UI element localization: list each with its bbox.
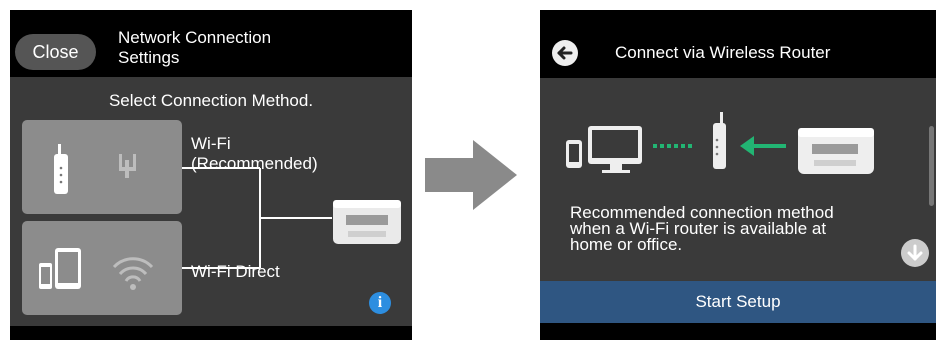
monitor-icon (588, 126, 642, 173)
connection-lines (182, 167, 332, 269)
header-bar: Close Network Connection Settings (10, 10, 412, 77)
page-title: Connect via Wireless Router (615, 43, 831, 62)
connection-method-panel: Select Connection Method. Wi-Fi (Recomme… (10, 77, 412, 326)
router-icon (713, 112, 726, 169)
title-line-2: Settings (118, 48, 180, 67)
printer-icon (798, 128, 874, 174)
header-bar: Connect via Wireless Router (540, 10, 936, 78)
router-connection-panel: Recommended connection method when a Wi-… (540, 78, 936, 281)
close-button[interactable]: Close (15, 34, 96, 70)
next-arrow-icon (425, 140, 517, 210)
description-text: Recommended connection method when a Wi-… (570, 204, 900, 254)
page-title: Network Connection Settings (118, 28, 271, 68)
title-line-1: Network Connection (118, 28, 272, 47)
back-arrow-icon (557, 46, 573, 60)
info-button[interactable]: i (369, 292, 391, 314)
smartphone-icon (566, 140, 582, 168)
network-connection-settings-screen: Close Network Connection Settings Select… (10, 10, 412, 340)
description-line-3: home or office. (570, 235, 683, 254)
connect-via-router-screen: Connect via Wireless Router Recommended … (540, 10, 936, 340)
scrollbar[interactable] (929, 126, 934, 206)
down-arrow-icon (907, 244, 923, 261)
start-setup-button[interactable]: Start Setup (540, 281, 936, 323)
router-connection-illustration (566, 112, 874, 174)
dotted-connection (653, 144, 692, 148)
green-arrow-icon (740, 136, 786, 156)
scroll-down-button[interactable] (901, 239, 929, 267)
printer-icon (333, 200, 401, 244)
back-button[interactable] (552, 40, 578, 66)
connection-lines-diagram (182, 167, 401, 269)
